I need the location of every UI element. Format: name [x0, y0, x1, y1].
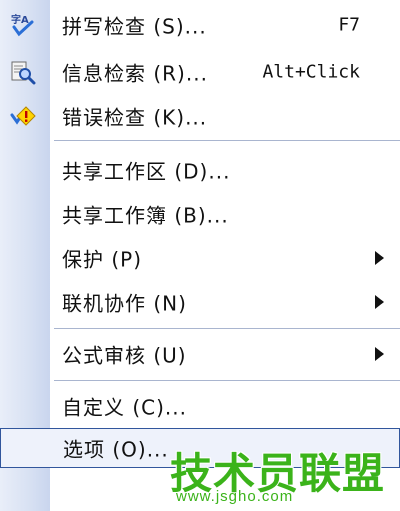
svg-text:字A: 字A	[11, 13, 29, 26]
submenu-arrow-icon	[375, 347, 384, 361]
menu-separator	[54, 140, 400, 143]
menu-item-shared-workspace[interactable]: 共享工作区 (D)...	[0, 150, 400, 190]
research-icon	[10, 59, 36, 85]
menu-item-error-check[interactable]: 错误检查 (K)...	[0, 96, 400, 136]
menu-item-label: 共享工作簿 (B)...	[62, 203, 229, 228]
menu-item-label: 选项 (O)...	[63, 437, 169, 462]
menu-item-options[interactable]: 选项 (O)...	[0, 428, 400, 468]
spell-check-icon: 字A	[10, 12, 36, 38]
menu-item-label: 共享工作区 (D)...	[62, 159, 231, 184]
menu-item-research[interactable]: 信息检索 (R)... Alt+Click	[0, 52, 400, 92]
submenu-arrow-icon	[375, 251, 384, 265]
menu-item-shortcut: Alt+Click	[262, 61, 360, 83]
menu-item-label: 错误检查 (K)...	[62, 105, 208, 130]
menu-item-shared-workbook[interactable]: 共享工作簿 (B)...	[0, 194, 400, 234]
tools-menu: 字A 拼写检查 (S)... F7 信息检索 (R)... Alt+Click	[0, 0, 400, 511]
submenu-arrow-icon	[375, 295, 384, 309]
menu-item-formula-auditing[interactable]: 公式审核 (U)	[0, 334, 400, 374]
error-check-icon	[10, 103, 36, 129]
menu-item-online-collaboration[interactable]: 联机协作 (N)	[0, 282, 400, 322]
menu-item-label: 拼写检查 (S)...	[62, 14, 207, 39]
menu-item-customize[interactable]: 自定义 (C)...	[0, 386, 400, 426]
menu-item-label: 联机协作 (N)	[62, 291, 187, 316]
menu-item-shortcut: F7	[338, 14, 360, 36]
menu-item-protection[interactable]: 保护 (P)	[0, 238, 400, 278]
menu-item-spell-check[interactable]: 字A 拼写检查 (S)... F7	[0, 5, 400, 45]
menu-item-label: 公式审核 (U)	[62, 343, 187, 368]
menu-separator	[54, 328, 400, 331]
menu-item-label: 保护 (P)	[62, 247, 143, 272]
menu-item-label: 信息检索 (R)...	[62, 61, 208, 86]
menu-item-label: 自定义 (C)...	[62, 395, 187, 420]
menu-separator	[54, 380, 400, 383]
